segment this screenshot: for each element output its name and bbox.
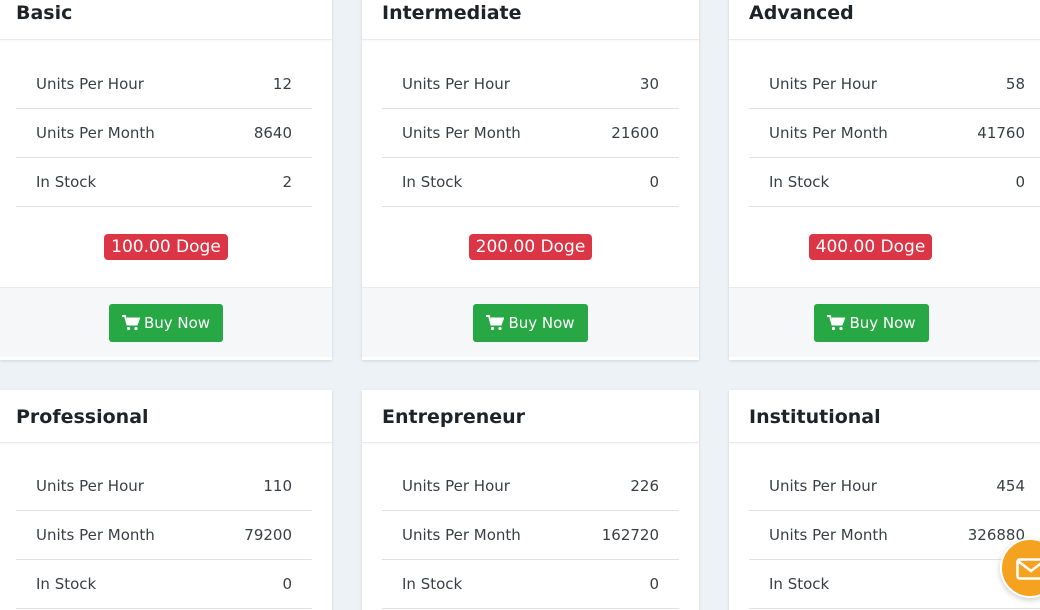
stat-row: Units Per Month 21600: [382, 109, 679, 158]
buy-now-button[interactable]: Buy Now: [108, 303, 224, 342]
stat-label: In Stock: [36, 173, 97, 191]
stat-row: Units Per Hour 110: [16, 462, 312, 511]
stat-value: 41760: [977, 124, 1025, 142]
buy-now-label: Buy Now: [849, 313, 916, 332]
stat-value: 12: [272, 75, 292, 93]
plan-title: Basic: [16, 2, 73, 24]
plan-title: Professional: [16, 406, 149, 428]
plan-card-basic: Basic Units Per Hour 12 Units Per Month 86…: [0, 0, 332, 360]
price-area: 400.00 Doge: [729, 207, 1040, 287]
stat-label: Units Per Month: [402, 526, 521, 544]
stat-label: Units Per Hour: [402, 477, 510, 495]
stat-label: In Stock: [36, 575, 97, 593]
plan-header: Basic: [0, 0, 332, 40]
stat-row: Units Per Month 41760: [749, 109, 1040, 158]
plan-stats: Units Per Hour 226 Units Per Month 162720 …: [382, 462, 679, 609]
plan-stats: Units Per Hour 30 Units Per Month 21600 In…: [382, 60, 679, 207]
stat-row: Units Per Hour 58: [749, 60, 1040, 109]
stat-value: 226: [630, 477, 659, 495]
stat-row: In Stock 0: [382, 560, 679, 609]
stat-value: 0: [1015, 173, 1025, 191]
stat-value: 0: [282, 575, 292, 593]
stat-label: Units Per Hour: [402, 75, 510, 93]
price-badge: 100.00 Doge: [104, 234, 228, 260]
stat-row: In Stock 0: [16, 560, 312, 609]
stat-label: In Stock: [769, 575, 830, 593]
plan-header: Intermediate: [362, 0, 699, 40]
stat-value: 2: [282, 173, 292, 191]
price-area: 200.00 Doge: [362, 207, 699, 287]
stat-label: Units Per Month: [402, 124, 521, 142]
plan-stats: Units Per Hour 454 Units Per Month 326880 …: [749, 462, 1040, 609]
stat-value: 30: [639, 75, 659, 93]
plan-stats: Units Per Hour 58 Units Per Month 41760 In…: [749, 60, 1040, 207]
stat-label: In Stock: [402, 173, 463, 191]
plan-card-intermediate: Intermediate Units Per Hour 30 Units Per …: [362, 0, 699, 360]
plan-header: Professional: [0, 390, 332, 443]
price-badge: 400.00 Doge: [808, 234, 933, 260]
stat-row: Units Per Hour 30: [382, 60, 679, 109]
stat-row: In Stock: [749, 560, 1040, 609]
stat-row: In Stock 0: [749, 158, 1040, 207]
stat-value: 162720: [601, 526, 659, 544]
stat-value: 0: [649, 575, 659, 593]
stat-value: 58: [1005, 75, 1025, 93]
plan-header: Entrepreneur: [362, 390, 699, 443]
stat-label: Units Per Hour: [36, 477, 144, 495]
plan-title: Entrepreneur: [382, 406, 526, 428]
buy-now-label: Buy Now: [508, 313, 575, 332]
stat-label: Units Per Month: [769, 124, 888, 142]
shopping-cart-icon: [121, 314, 140, 331]
stat-value: 79200: [244, 526, 292, 544]
plan-card-entrepreneur: Entrepreneur Units Per Hour 226 Units Per…: [362, 390, 699, 610]
buy-now-button[interactable]: Buy Now: [814, 303, 929, 342]
plan-stats: Units Per Hour 110 Units Per Month 79200 I…: [16, 462, 312, 609]
stat-value: 21600: [611, 124, 659, 142]
stat-row: In Stock 0: [382, 158, 679, 207]
shopping-cart-icon: [486, 314, 505, 331]
envelope-icon: [1016, 558, 1040, 580]
card-footer: Buy Now: [362, 287, 699, 357]
stat-value: 8640: [253, 124, 292, 142]
card-footer: Buy Now: [0, 287, 332, 357]
stat-row: Units Per Month 79200: [16, 511, 312, 560]
stat-label: Units Per Hour: [36, 75, 144, 93]
stat-label: In Stock: [402, 575, 463, 593]
stat-label: Units Per Month: [36, 526, 155, 544]
shopping-cart-icon: [827, 314, 846, 331]
stat-label: Units Per Month: [36, 124, 155, 142]
buy-now-label: Buy Now: [143, 313, 211, 332]
plan-card-institutional: Institutional Units Per Hour 454 Units Pe…: [729, 390, 1040, 610]
stat-value: 0: [649, 173, 659, 191]
stat-row: Units Per Hour 454: [749, 462, 1040, 511]
plan-stats: Units Per Hour 12 Units Per Month 8640 In …: [16, 60, 312, 207]
buy-now-button[interactable]: Buy Now: [473, 303, 588, 342]
stat-row: Units Per Hour 12: [16, 60, 312, 109]
plan-card-advanced: Advanced Units Per Hour 58 Units Per Mont…: [729, 0, 1040, 360]
stat-row: In Stock 2: [16, 158, 312, 207]
stat-value: 454: [996, 477, 1025, 495]
price-area: 100.00 Doge: [0, 207, 332, 287]
stat-label: Units Per Month: [769, 526, 888, 544]
plan-title: Intermediate: [382, 2, 522, 24]
stat-label: Units Per Hour: [769, 75, 877, 93]
stat-label: In Stock: [769, 173, 830, 191]
plan-title: Institutional: [749, 406, 881, 428]
plan-title: Advanced: [749, 2, 854, 24]
price-badge: 200.00 Doge: [468, 234, 593, 260]
stat-row: Units Per Month 162720: [382, 511, 679, 560]
plan-card-professional: Professional Units Per Hour 110 Units Per…: [0, 390, 332, 610]
stat-row: Units Per Month 326880: [749, 511, 1040, 560]
plan-header: Advanced: [729, 0, 1040, 40]
stat-row: Units Per Month 8640: [16, 109, 312, 158]
stat-row: Units Per Hour 226: [382, 462, 679, 511]
stat-label: Units Per Hour: [769, 477, 877, 495]
stat-value: 110: [263, 477, 292, 495]
plan-header: Institutional: [729, 390, 1040, 443]
card-footer: Buy Now: [729, 287, 1040, 357]
